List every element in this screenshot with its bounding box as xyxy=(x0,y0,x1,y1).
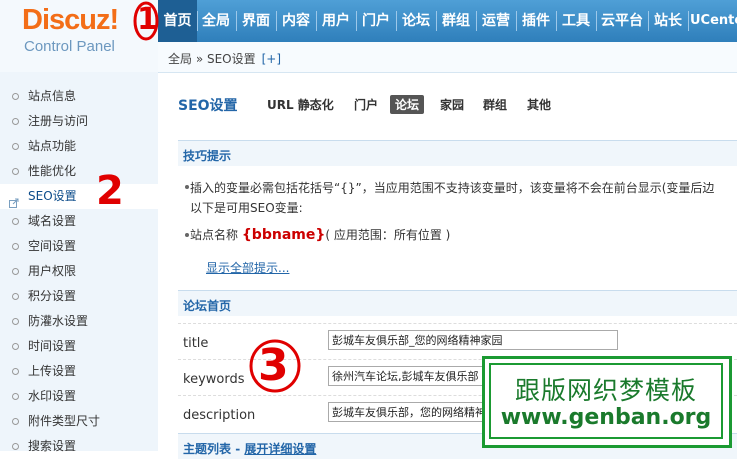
tab-forum[interactable]: 论坛 xyxy=(390,95,425,114)
sidebar-item-label: 站点信息 xyxy=(28,89,77,103)
tip-line-1: 插入的变量必需包括花括号“{}”，当应用范围不支持该变量时，该变量将不会在前台显… xyxy=(190,181,715,195)
sidebar-item-label: 水印设置 xyxy=(28,389,77,403)
bullet-icon xyxy=(185,233,189,237)
nav-item-tools[interactable]: 工具 xyxy=(557,0,595,42)
bullet-icon xyxy=(12,343,19,350)
bullet-icon xyxy=(185,185,189,189)
title-label: title xyxy=(183,336,209,351)
sidebar-item-label: 上传设置 xyxy=(28,364,77,378)
sidebar-item-attachment-types[interactable]: 附件类型尺寸 xyxy=(0,409,158,434)
external-link-icon xyxy=(9,192,19,208)
nav-item-global[interactable]: 全局 xyxy=(198,0,234,42)
tab-other[interactable]: 其他 xyxy=(527,96,551,113)
sidebar-item-label: 域名设置 xyxy=(28,214,77,228)
nav-item-home[interactable]: 首页 xyxy=(158,0,197,42)
sidebar-item-upload[interactable]: 上传设置 xyxy=(0,359,158,384)
forum-home-heading: 论坛首页 xyxy=(183,299,232,313)
sidebar-item-label: 注册与访问 xyxy=(28,114,89,128)
title-input[interactable] xyxy=(328,330,618,350)
nav-item-plugins[interactable]: 插件 xyxy=(517,0,555,42)
watermark: 跟版网织梦模板 www.genban.org xyxy=(482,356,732,448)
sidebar-item-permissions[interactable]: 用户权限 xyxy=(0,259,158,284)
logo-brand: Discuz! xyxy=(22,4,119,36)
page-title: SEO设置 xyxy=(178,98,238,114)
sidebar-item-label: 站点功能 xyxy=(28,139,77,153)
keywords-label: keywords xyxy=(183,372,245,387)
thread-list-heading: 主题列表 - 展开详细设置 xyxy=(183,442,317,456)
sidebar-item-site-info[interactable]: 站点信息 xyxy=(0,84,158,109)
sidebar-item-label: 附件类型尺寸 xyxy=(28,414,101,428)
sidebar-item-seo[interactable]: SEO设置 xyxy=(0,184,158,209)
sidebar-item-label: 时间设置 xyxy=(28,339,77,353)
variable-name: {bbname} xyxy=(241,227,326,243)
bullet-icon xyxy=(12,168,19,175)
tab-groups[interactable]: 群组 xyxy=(483,96,507,113)
breadcrumb: 全局 » SEO设置 [+] xyxy=(168,52,282,66)
bullet-icon xyxy=(12,93,19,100)
nav-item-groups[interactable]: 群组 xyxy=(437,0,475,42)
watermark-inner: 跟版网织梦模板 www.genban.org xyxy=(489,363,723,439)
nav-item-forum[interactable]: 论坛 xyxy=(397,0,435,42)
logo-subtitle: Control Panel xyxy=(24,38,115,55)
bullet-icon xyxy=(12,293,19,300)
sidebar-item-label: 防灌水设置 xyxy=(28,314,89,328)
sidebar-item-registration[interactable]: 注册与访问 xyxy=(0,109,158,134)
sidebar-item-domain[interactable]: 域名设置 xyxy=(0,209,158,234)
nav-item-ucenter[interactable]: UCenter xyxy=(690,0,737,42)
watermark-line-2: www.genban.org xyxy=(500,405,712,430)
tip-variable: 站点名称 {bbname}( 应用范围：所有位置 ) xyxy=(190,227,451,243)
top-nav: 首页 全局 界面 内容 用户 门户 论坛 群组 运营 插件 工具 云平台 站长 … xyxy=(158,0,737,42)
bullet-icon xyxy=(12,243,19,250)
nav-item-operations[interactable]: 运营 xyxy=(477,0,515,42)
bullet-icon xyxy=(12,118,19,125)
bullet-icon xyxy=(12,393,19,400)
breadcrumb-add-button[interactable]: [+] xyxy=(262,52,281,66)
tab-home[interactable]: 家园 xyxy=(440,96,464,113)
annotation-circle-1 xyxy=(133,1,159,41)
sidebar-item-watermark[interactable]: 水印设置 xyxy=(0,384,158,409)
sidebar-item-label: 性能优化 xyxy=(28,164,77,178)
bullet-icon xyxy=(12,418,19,425)
sidebar-item-label: 空间设置 xyxy=(28,239,77,253)
expand-settings-link[interactable]: 展开详细设置 xyxy=(244,442,316,456)
tip-line-2: 以下是可用SEO变量: xyxy=(190,201,303,215)
bullet-icon xyxy=(12,218,19,225)
watermark-line-1: 跟版网织梦模板 xyxy=(514,376,697,405)
sidebar: 站点信息 注册与访问 站点功能 性能优化 SEO设置 域名设置 空间设置 用户权… xyxy=(0,72,159,453)
sidebar-item-time[interactable]: 时间设置 xyxy=(0,334,158,359)
tips-heading: 技巧提示 xyxy=(183,149,232,163)
sidebar-item-site-features[interactable]: 站点功能 xyxy=(0,134,158,159)
tab-portal[interactable]: 门户 xyxy=(354,96,378,113)
annotation-circle-3 xyxy=(249,339,301,393)
bullet-icon xyxy=(12,143,19,150)
nav-item-cloud[interactable]: 云平台 xyxy=(597,0,647,42)
description-label: description xyxy=(183,408,256,423)
sidebar-item-space[interactable]: 空间设置 xyxy=(0,234,158,259)
nav-item-interface[interactable]: 界面 xyxy=(237,0,275,42)
forum-home-section-header: 论坛首页 xyxy=(178,290,737,316)
tips-section-header: 技巧提示 xyxy=(178,140,737,166)
nav-item-webmaster[interactable]: 站长 xyxy=(649,0,687,42)
sidebar-item-search[interactable]: 搜索设置 xyxy=(0,434,158,459)
sidebar-item-label: 积分设置 xyxy=(28,289,77,303)
sidebar-item-credits[interactable]: 积分设置 xyxy=(0,284,158,309)
bullet-icon xyxy=(12,443,19,450)
sidebar-item-antispam[interactable]: 防灌水设置 xyxy=(0,309,158,334)
annotation-2: 2 xyxy=(96,168,124,214)
tab-url-static[interactable]: URL 静态化 xyxy=(267,96,334,113)
breadcrumb-bar: 全局 » SEO设置 [+] xyxy=(158,42,737,73)
sidebar-item-label: 搜索设置 xyxy=(28,439,77,453)
nav-separator xyxy=(688,11,689,31)
sidebar-item-label: SEO设置 xyxy=(28,189,77,203)
sidebar-item-performance[interactable]: 性能优化 xyxy=(0,159,158,184)
bullet-icon xyxy=(12,318,19,325)
nav-item-content[interactable]: 内容 xyxy=(277,0,315,42)
nav-item-portal[interactable]: 门户 xyxy=(357,0,395,42)
show-all-tips-link[interactable]: 显示全部提示... xyxy=(206,259,289,276)
bullet-icon xyxy=(12,268,19,275)
nav-item-users[interactable]: 用户 xyxy=(317,0,355,42)
sidebar-item-label: 用户权限 xyxy=(28,264,77,278)
bullet-icon xyxy=(12,368,19,375)
